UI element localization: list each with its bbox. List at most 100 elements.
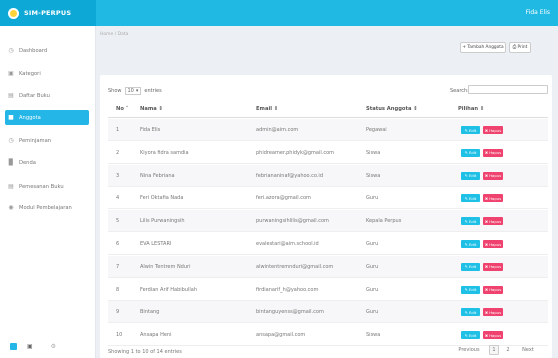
sidebar-item-anggota[interactable]: ■ Anggota xyxy=(5,110,89,125)
entries-value: 10 xyxy=(127,88,134,94)
sidebar-item-modul-pembelajaran[interactable]: ◉ Modul Pembelajaran xyxy=(0,200,96,215)
cell-status: Pegawai xyxy=(366,127,387,133)
print-button[interactable]: ⎙ Print xyxy=(509,42,531,53)
sidebar-item-kategori[interactable]: ▣ Kategori xyxy=(0,66,96,81)
edit-button[interactable]: ✎ Edit xyxy=(461,331,480,340)
delete-button[interactable]: ✖ Hapus xyxy=(483,194,503,203)
user-menu[interactable]: Fida Elis xyxy=(526,9,550,16)
table-row: 9 Bintang bintanguyenss@gmail.com Guru ✎ Edi… xyxy=(108,301,548,324)
delete-button[interactable]: ✖ Hapus xyxy=(483,148,503,157)
col-pilihan[interactable]: Pilihan ⇕ xyxy=(458,106,484,112)
brand[interactable]: SIM-PERPUS xyxy=(0,0,96,26)
cell-status: Siswa xyxy=(366,149,381,156)
cell-status: Guru xyxy=(366,195,379,202)
sidebar-item-label: Peminjaman xyxy=(19,137,52,144)
grid-icon[interactable] xyxy=(10,343,17,350)
edit-button[interactable]: ✎ Edit xyxy=(461,171,480,180)
delete-button[interactable]: ✖ Hapus xyxy=(483,126,503,134)
delete-button[interactable]: ✖ Hapus xyxy=(483,240,503,248)
chevron-down-icon: ▾ xyxy=(135,88,139,94)
edit-button[interactable]: ✎ Edit xyxy=(461,308,480,317)
table-row: 4 Feri Oktafia Nada feri.azora@gmail.com Gu… xyxy=(108,187,548,210)
table-header: No ˄ Nama ⇕ Email ⇕ Status Anggota ⇕ Pil… xyxy=(108,102,548,118)
settings-icon[interactable]: ⚙ xyxy=(51,343,56,350)
next-button[interactable]: Next xyxy=(520,345,536,355)
sidebar-item-daftar-buku[interactable]: ▤ Daftar Buku xyxy=(0,88,96,103)
cell-no: 4 xyxy=(116,195,120,202)
cell-nama: EVA LESTARI xyxy=(140,241,172,247)
previous-button[interactable]: Previous xyxy=(456,345,482,355)
search-label: Search: xyxy=(450,88,469,94)
page-2-button[interactable]: 2 xyxy=(504,345,512,355)
logo-icon xyxy=(8,7,19,19)
cell-status: Siswa xyxy=(366,332,381,339)
sidebar-item-label: Dashboard xyxy=(19,47,48,54)
col-nama[interactable]: Nama ⇕ xyxy=(140,106,163,112)
cell-status: Guru xyxy=(366,286,379,293)
table-row: 7 Alwin Tentrem Nduri alwintentremnduri@gm… xyxy=(108,255,548,278)
top-navbar: SIM-PERPUS Fida Elis xyxy=(0,0,558,26)
cell-status: Kepala Perpus xyxy=(366,218,402,225)
cell-no: 7 xyxy=(116,263,120,270)
breadcrumb: Home / Data xyxy=(100,32,129,37)
sidebar-item-label: Daftar Buku xyxy=(19,92,50,99)
cart-small-icon[interactable]: ▣ xyxy=(27,343,33,350)
cell-email: bintanguyenss@gmail.com xyxy=(256,309,324,316)
search-input[interactable] xyxy=(468,85,548,94)
app-title: SIM-PERPUS xyxy=(24,9,72,17)
sidebar-item-peminjaman[interactable]: ◷ Peminjaman xyxy=(0,133,96,148)
cell-nama: Lilis Purwaningsih xyxy=(140,218,185,225)
col-status[interactable]: Status Anggota ⇕ xyxy=(366,106,418,112)
cell-email: alwintentremnduri@gmail.com xyxy=(256,263,334,270)
sidebar-item-label: Modul Pembelajaran xyxy=(19,204,72,211)
showing-info: Showing 1 to 10 of 14 entries xyxy=(108,349,182,355)
cell-nama: Ferdian Arif Habibullah xyxy=(140,286,197,293)
sidebar-item-label: Denda xyxy=(19,159,36,166)
edit-button[interactable]: ✎ Edit xyxy=(461,126,480,134)
cell-no: 1 xyxy=(116,127,120,133)
sidebar-item-label: Anggota xyxy=(19,114,41,121)
delete-button[interactable]: ✖ Hapus xyxy=(483,171,503,180)
edit-button[interactable]: ✎ Edit xyxy=(461,240,480,248)
delete-button[interactable]: ✖ Hapus xyxy=(483,217,503,226)
module-icon: ◉ xyxy=(8,203,14,211)
page-1-button[interactable]: 1 xyxy=(489,345,499,355)
cell-no: 6 xyxy=(116,241,120,247)
cell-nama: Ansapa Heni xyxy=(140,332,172,339)
sidebar-footer: ▣ ⚙ xyxy=(10,343,56,350)
table-row: 6 EVA LESTARI evalestari@aim.school.id Guru… xyxy=(108,233,548,255)
sidebar-item-label: Kategori xyxy=(19,70,41,77)
delete-button[interactable]: ✖ Hapus xyxy=(483,262,503,271)
sidebar-item-pemesanan-buku[interactable]: ▤ Pemesanan Buku xyxy=(0,179,96,194)
sidebar-item-denda[interactable]: ▉ Denda xyxy=(0,155,96,170)
entries-select[interactable]: 10 ▾ xyxy=(124,87,142,95)
sidebar-item-label: Pemesanan Buku xyxy=(19,183,64,190)
cell-email: admin@aim.com xyxy=(256,127,299,133)
edit-button[interactable]: ✎ Edit xyxy=(461,285,480,294)
cell-email: phidreamer.phidyk@gmail.com xyxy=(256,149,335,156)
col-no[interactable]: No ˄ xyxy=(116,106,128,112)
cell-email: feri.azora@gmail.com xyxy=(256,195,311,202)
cell-no: 2 xyxy=(116,149,120,156)
table-row: 8 Ferdian Arif Habibullah firdianarif_h@ya… xyxy=(108,279,548,301)
add-member-button[interactable]: + Tambah Anggota xyxy=(460,42,506,53)
folder-icon: ▣ xyxy=(8,69,14,77)
edit-button[interactable]: ✎ Edit xyxy=(461,148,480,157)
delete-button[interactable]: ✖ Hapus xyxy=(483,308,503,317)
sidebar-item-dashboard[interactable]: ◷ Dashboard xyxy=(0,43,96,58)
col-email[interactable]: Email ⇕ xyxy=(256,106,278,112)
dashboard-icon: ◷ xyxy=(8,46,14,54)
edit-button[interactable]: ✎ Edit xyxy=(461,217,480,226)
edit-button[interactable]: ✎ Edit xyxy=(461,194,480,203)
cell-email: purwaningsihlilis@gmail.com xyxy=(256,218,329,225)
edit-button[interactable]: ✎ Edit xyxy=(461,262,480,271)
delete-button[interactable]: ✖ Hapus xyxy=(483,331,503,340)
cell-nama: Nina Febriana xyxy=(140,172,175,179)
table-row: 3 Nina Febriana febriananinaf@yahoo.co.id S… xyxy=(108,164,548,187)
show-label: Show xyxy=(108,88,122,94)
users-icon: ■ xyxy=(8,113,14,121)
cell-nama: Kiyora fidra samdia xyxy=(140,149,189,156)
delete-button[interactable]: ✖ Hapus xyxy=(483,285,503,294)
cart-icon: ▤ xyxy=(8,182,14,190)
cell-status: Guru xyxy=(366,241,379,247)
